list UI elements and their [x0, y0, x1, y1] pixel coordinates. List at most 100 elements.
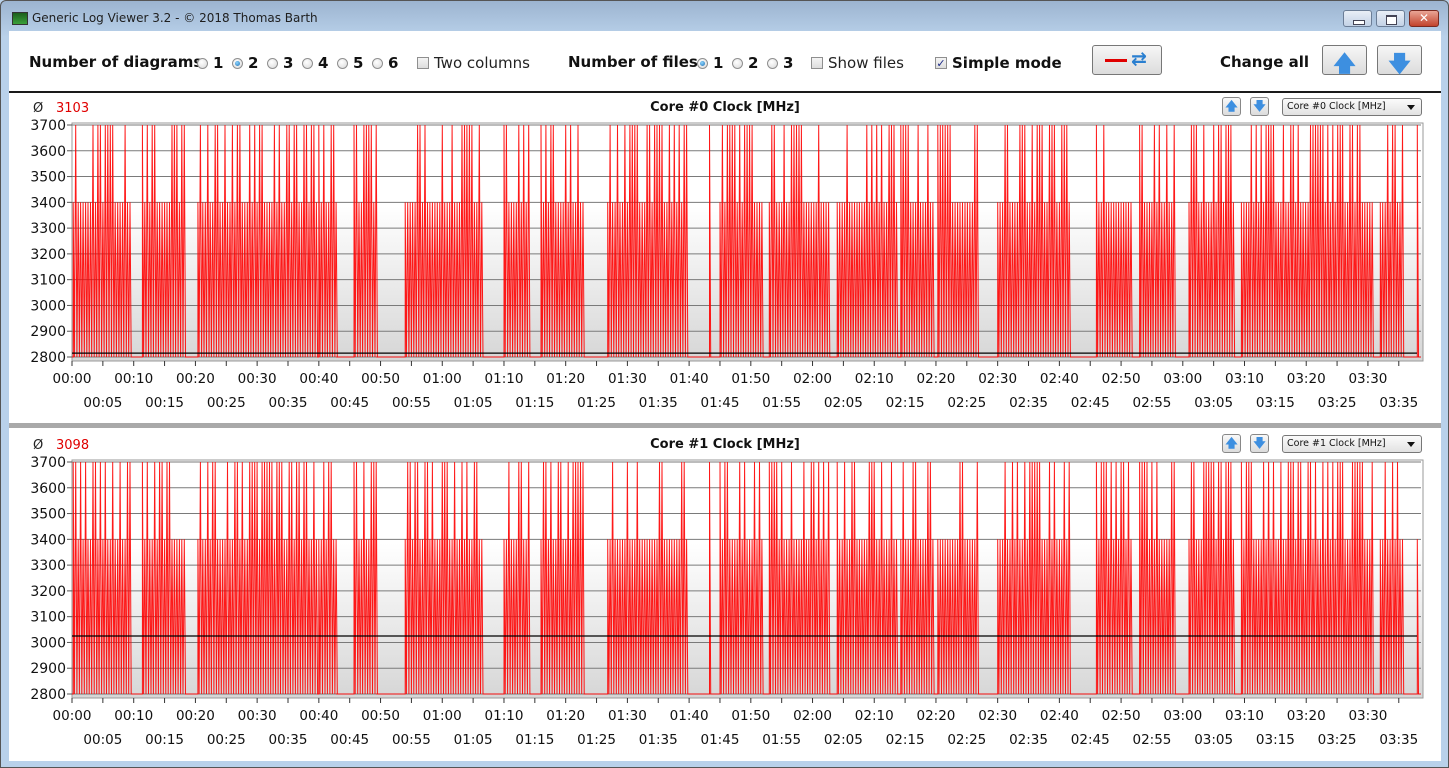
- chart-core1: 3700 3600 3500 3400 3300 3200 3100 3000 2900 2800…: [30, 455, 1424, 748]
- panel-separator[interactable]: [9, 423, 1441, 428]
- toolbar: Number of diagrams 1 2 3 4 5 6 Two colum…: [9, 31, 1441, 93]
- radio-icon: [732, 57, 743, 69]
- checkbox-icon: [811, 57, 823, 69]
- diagrams-radio-2[interactable]: 2: [232, 54, 258, 72]
- x-tick-label: 01:05: [454, 732, 493, 748]
- arrow-up-icon: 🡅: [1225, 436, 1238, 450]
- minimize-button[interactable]: [1343, 10, 1372, 27]
- y-tick-label: 3300: [30, 558, 66, 574]
- y-tick-label: 3600: [30, 481, 66, 497]
- y-tick-label: 3500: [30, 170, 66, 186]
- app-icon: [12, 12, 28, 25]
- x-tick-label: 01:25: [577, 732, 616, 748]
- x-tick-label: 02:40: [1040, 708, 1079, 724]
- x-tick-label: 00:20: [176, 371, 215, 387]
- x-tick-label: 01:35: [639, 395, 678, 411]
- radio-selected-icon: [697, 57, 708, 69]
- y-tick-label: 3400: [30, 532, 66, 548]
- x-tick-label: 03:10: [1225, 708, 1264, 724]
- x-tick-label: 02:00: [793, 708, 832, 724]
- radio-icon: [267, 57, 278, 69]
- x-tick-label: 00:45: [330, 395, 369, 411]
- app-window: Generic Log Viewer 3.2 - © 2018 Thomas B…: [0, 0, 1449, 768]
- x-tick-label: 01:00: [423, 371, 462, 387]
- change-all-label: Change all: [1220, 53, 1310, 71]
- x-tick-label: 03:10: [1225, 371, 1264, 387]
- diagrams-radio-1[interactable]: 1: [197, 54, 223, 72]
- x-tick-label: 00:25: [207, 732, 246, 748]
- x-tick-label: 02:35: [1009, 395, 1048, 411]
- y-tick-label: 3200: [30, 584, 66, 600]
- diagram-panel-2: Ø 3098 Core #1 Clock [MHz] 🡅 🡇 Core #1 C…: [9, 430, 1441, 760]
- radio-icon: [767, 57, 778, 69]
- checkbox-checked-icon: ✓: [935, 57, 947, 70]
- y-tick-label: 3700: [30, 118, 66, 134]
- x-tick-label: 00:35: [269, 732, 308, 748]
- x-tick-label: 00:05: [83, 395, 122, 411]
- y-tick-label: 3700: [30, 455, 66, 471]
- close-button[interactable]: ✕: [1409, 10, 1439, 27]
- series-select[interactable]: Core #0 Clock [MHz]: [1282, 98, 1422, 116]
- files-radio-1[interactable]: 1: [697, 54, 723, 72]
- x-tick-label: 02:20: [916, 371, 955, 387]
- maximize-button[interactable]: [1376, 10, 1405, 27]
- line-color-toggle-button[interactable]: ⇄: [1092, 45, 1162, 75]
- panel-down-button[interactable]: 🡇: [1250, 97, 1269, 116]
- x-tick-label: 03:35: [1379, 732, 1418, 748]
- y-tick-label: 2900: [30, 661, 66, 677]
- x-tick-label: 03:05: [1194, 395, 1233, 411]
- red-line-icon: [1105, 59, 1127, 62]
- x-tick-label: 03:05: [1194, 732, 1233, 748]
- x-tick-label: 02:25: [947, 732, 986, 748]
- y-tick-label: 2900: [30, 324, 66, 340]
- show-files-checkbox[interactable]: Show files: [811, 54, 904, 72]
- diagrams-radio-6[interactable]: 6: [372, 54, 398, 72]
- x-tick-label: 01:00: [423, 708, 462, 724]
- diagrams-radio-4[interactable]: 4: [302, 54, 328, 72]
- x-tick-label: 02:15: [886, 395, 925, 411]
- panel-down-button[interactable]: 🡇: [1250, 434, 1269, 453]
- y-tick-label: 3500: [30, 507, 66, 523]
- window-title: Generic Log Viewer 3.2 - © 2018 Thomas B…: [32, 11, 318, 25]
- change-all-down-button[interactable]: 🡇: [1377, 45, 1422, 77]
- panel-up-button[interactable]: 🡅: [1222, 97, 1241, 116]
- x-tick-label: 00:55: [392, 732, 431, 748]
- x-tick-label: 02:05: [824, 732, 863, 748]
- minimize-icon: [1353, 20, 1365, 25]
- y-tick-label: 2800: [30, 350, 66, 366]
- radio-icon: [197, 57, 208, 69]
- diagrams-radio-5[interactable]: 5: [337, 54, 363, 72]
- change-all-up-button[interactable]: 🡅: [1322, 45, 1367, 77]
- client-area: Number of diagrams 1 2 3 4 5 6 Two colum…: [9, 31, 1441, 761]
- y-tick-label: 3000: [30, 635, 66, 651]
- x-tick-label: 03:15: [1256, 732, 1295, 748]
- x-tick-label: 01:45: [701, 732, 740, 748]
- x-tick-label: 03:30: [1348, 708, 1387, 724]
- x-tick-label: 01:40: [670, 371, 709, 387]
- x-tick-label: 00:50: [361, 371, 400, 387]
- simple-mode-checkbox[interactable]: ✓ Simple mode: [935, 54, 1062, 72]
- x-tick-label: 00:45: [330, 732, 369, 748]
- panel-up-button[interactable]: 🡅: [1222, 434, 1241, 453]
- files-radio-3[interactable]: 3: [767, 54, 793, 72]
- x-tick-label: 02:10: [855, 371, 894, 387]
- chart-core0: 3700 3600 3500 3400 3300 3200 3100 3000 2900 2800…: [30, 118, 1424, 411]
- x-tick-label: 02:30: [978, 371, 1017, 387]
- x-tick-label: 01:30: [608, 708, 647, 724]
- x-tick-label: 01:30: [608, 371, 647, 387]
- x-tick-label: 00:05: [83, 732, 122, 748]
- checkbox-icon: [417, 57, 429, 69]
- x-tick-label: 02:05: [824, 395, 863, 411]
- maximize-icon: [1386, 15, 1397, 25]
- x-tick-label: 01:10: [485, 371, 524, 387]
- files-radio-2[interactable]: 2: [732, 54, 758, 72]
- x-tick-label: 01:40: [670, 708, 709, 724]
- x-tick-label: 00:15: [145, 395, 184, 411]
- x-tick-label: 03:25: [1318, 395, 1357, 411]
- y-tick-label: 3000: [30, 298, 66, 314]
- series-select[interactable]: Core #1 Clock [MHz]: [1282, 435, 1422, 453]
- diagrams-radio-3[interactable]: 3: [267, 54, 293, 72]
- two-columns-checkbox[interactable]: Two columns: [417, 54, 530, 72]
- x-tick-label: 01:50: [731, 371, 770, 387]
- num-files-label: Number of files: [568, 53, 698, 71]
